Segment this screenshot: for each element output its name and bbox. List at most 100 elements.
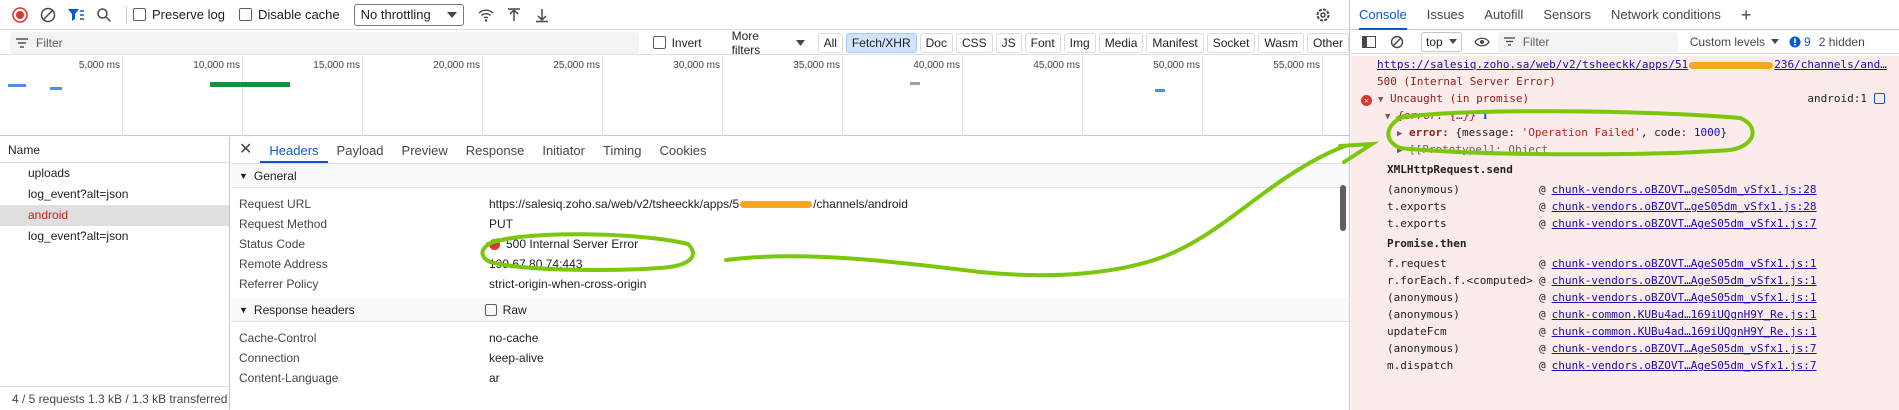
details-tabbar: ✕ Headers Payload Preview Response Initi… (231, 137, 1349, 164)
expand-triangle-icon[interactable]: ▶ (1397, 129, 1402, 139)
console-error-line[interactable]: ✕ ▼ Uncaught (in promise) android:1 (1351, 90, 1899, 107)
type-filter-css[interactable]: CSS (955, 32, 993, 53)
search-icon[interactable] (92, 3, 116, 27)
response-headers-section-header[interactable]: ▼ Response headers Raw (231, 298, 1349, 322)
issues-counter[interactable]: 9 (1789, 35, 1811, 49)
network-overview-timeline[interactable]: 5,000 ms 10,000 ms 15,000 ms 20,000 ms 2… (0, 56, 1349, 136)
type-filter-media[interactable]: Media (1098, 32, 1144, 53)
request-row[interactable]: log_event?alt=json (0, 184, 229, 205)
clear-icon[interactable] (36, 3, 60, 27)
tab-cookies[interactable]: Cookies (651, 143, 716, 163)
tab-network-conditions[interactable]: Network conditions (1611, 0, 1721, 30)
console-property-line[interactable]: ▶ error: {message: 'Operation Failed', c… (1351, 124, 1899, 141)
expand-triangle-icon[interactable]: ▶ (1397, 146, 1402, 156)
header-value[interactable]: no-cache (489, 331, 538, 345)
type-filter-js[interactable]: JS (995, 32, 1022, 53)
throttling-select[interactable]: No throttling (353, 3, 464, 26)
info-icon[interactable]: ℹ (1483, 109, 1487, 122)
log-levels-dropdown[interactable]: Custom levels (1690, 35, 1780, 49)
details-scrollbar[interactable] (1340, 185, 1346, 231)
stack-source-link[interactable]: chunk-vendors.oBZOVT…AgeS05dm_vSfx1.js:7 (1552, 217, 1817, 230)
filter-toggle-icon[interactable] (64, 3, 88, 27)
type-filter-font[interactable]: Font (1024, 32, 1061, 53)
expand-triangle-icon[interactable]: ▼ (1378, 95, 1383, 105)
type-filter-all[interactable]: All (817, 32, 843, 53)
type-filter-img[interactable]: Img (1063, 32, 1096, 53)
stack-source-link[interactable]: chunk-vendors.oBZOVT…AgeS05dm_vSfx1.js:7 (1552, 359, 1817, 372)
add-tab-icon[interactable]: + (1741, 0, 1752, 30)
raw-checkbox[interactable]: Raw (484, 298, 527, 322)
expand-triangle-icon[interactable]: ▼ (1385, 112, 1390, 122)
checkbox-box[interactable] (652, 36, 666, 49)
filter-input[interactable]: Filter (10, 31, 639, 54)
name-column-header[interactable]: Name (0, 137, 229, 163)
stack-source-link[interactable]: chunk-vendors.oBZOVT…geS05dm_vSfx1.js:28 (1552, 183, 1817, 196)
header-value[interactable]: 199.67.80.74:443 (489, 257, 582, 271)
tab-console[interactable]: Console (1359, 0, 1407, 30)
header-value[interactable]: PUT (489, 217, 513, 231)
general-section-header[interactable]: ▼ General (231, 164, 1349, 188)
stack-source-link[interactable]: chunk-vendors.oBZOVT…AgeS05dm_vSfx1.js:1 (1552, 274, 1817, 287)
checkbox-box[interactable] (238, 8, 252, 21)
request-row-selected[interactable]: android (0, 205, 229, 226)
tab-timing[interactable]: Timing (594, 143, 651, 163)
stack-source-link[interactable]: chunk-common.KUBu4ad…169iUQgnH9Y_Re.js:1 (1552, 325, 1817, 338)
console-property-line[interactable]: ▶ [[Prototype]]: Object (1351, 141, 1899, 158)
checkbox-box[interactable] (484, 303, 497, 316)
stack-frame: t.exports @ chunk-vendors.oBZOVT…AgeS05dm_… (1387, 217, 1817, 230)
stack-source-link[interactable]: chunk-vendors.oBZOVT…AgeS05dm_vSfx1.js:1 (1552, 291, 1817, 304)
more-filters-dropdown[interactable]: More filters (732, 29, 805, 57)
checkbox-box[interactable] (133, 8, 146, 21)
network-filter-bar: Filter Invert More filters All Fetch/XHR… (0, 29, 1349, 57)
invert-checkbox[interactable]: Invert (652, 36, 702, 50)
console-filter-input[interactable]: Filter (1497, 31, 1678, 52)
clear-console-icon[interactable] (1385, 30, 1409, 54)
type-filter-socket[interactable]: Socket (1206, 32, 1256, 53)
type-filter-wasm[interactable]: Wasm (1258, 32, 1304, 53)
live-expression-eye-icon[interactable] (1470, 30, 1494, 54)
request-row[interactable]: log_event?alt=json (0, 226, 229, 247)
context-selector[interactable]: top (1421, 31, 1462, 52)
type-filter-doc[interactable]: Doc (919, 32, 953, 53)
header-row-status: Status Code 500 Internal Server Error (231, 234, 1349, 254)
header-value[interactable]: ar (489, 371, 500, 385)
header-value[interactable]: strict-origin-when-cross-origin (489, 277, 646, 291)
header-value[interactable]: 500 Internal Server Error (489, 237, 638, 251)
sidebar-toggle-icon[interactable] (1357, 30, 1381, 54)
export-har-icon[interactable] (530, 3, 554, 27)
stack-source-link[interactable]: chunk-vendors.oBZOVT…AgeS05dm_vSfx1.js:7 (1552, 342, 1817, 355)
header-row-remote: Remote Address 199.67.80.74:443 (231, 254, 1349, 274)
stack-function: f.request (1387, 257, 1447, 270)
request-url-link[interactable]: https://salesiq.zoho.sa/web/v2/tsheeckk/… (1377, 58, 1887, 71)
tab-response[interactable]: Response (457, 143, 534, 163)
stop-recording-icon[interactable] (8, 3, 32, 27)
tab-autofill[interactable]: Autofill (1484, 0, 1523, 30)
stack-source-link[interactable]: chunk-vendors.oBZOVT…AgeS05dm_vSfx1.js:1 (1552, 257, 1817, 270)
header-value[interactable]: https://salesiq.zoho.sa/web/v2/tsheeckk/… (489, 197, 908, 211)
type-filter-manifest[interactable]: Manifest (1146, 32, 1204, 53)
open-in-panel-icon[interactable] (1874, 93, 1885, 104)
preserve-log-checkbox[interactable]: Preserve log (133, 7, 225, 22)
stack-source-link[interactable]: chunk-common.KUBu4ad…169iUQgnH9Y_Re.js:1 (1552, 308, 1817, 321)
timeline-tick-label: 20,000 ms (433, 60, 480, 71)
tab-preview[interactable]: Preview (393, 143, 457, 163)
network-conditions-icon[interactable] (474, 3, 498, 27)
header-value[interactable]: keep-alive (489, 351, 544, 365)
tab-issues[interactable]: Issues (1427, 0, 1465, 30)
stack-frame: t.exports @ chunk-vendors.oBZOVT…geS05dm_v… (1387, 200, 1817, 213)
tab-sensors[interactable]: Sensors (1543, 0, 1591, 30)
tab-payload[interactable]: Payload (328, 143, 393, 163)
source-link[interactable]: android:1 (1807, 90, 1867, 107)
request-row[interactable]: uploads (0, 163, 229, 184)
tab-headers[interactable]: Headers (260, 143, 328, 163)
gear-icon[interactable] (1311, 3, 1335, 27)
tab-initiator[interactable]: Initiator (533, 143, 594, 163)
import-har-icon[interactable] (502, 3, 526, 27)
close-icon[interactable]: ✕ (237, 139, 260, 163)
type-filter-other[interactable]: Other (1306, 32, 1349, 53)
type-filter-fetch-xhr[interactable]: Fetch/XHR (845, 32, 917, 53)
disable-cache-checkbox[interactable]: Disable cache (238, 7, 340, 22)
console-object-line[interactable]: ▼ {error: {…}} ℹ (1351, 107, 1899, 124)
stack-frame: f.request @ chunk-vendors.oBZOVT…AgeS05dm_… (1387, 257, 1817, 270)
stack-source-link[interactable]: chunk-vendors.oBZOVT…geS05dm_vSfx1.js:28 (1552, 200, 1817, 213)
